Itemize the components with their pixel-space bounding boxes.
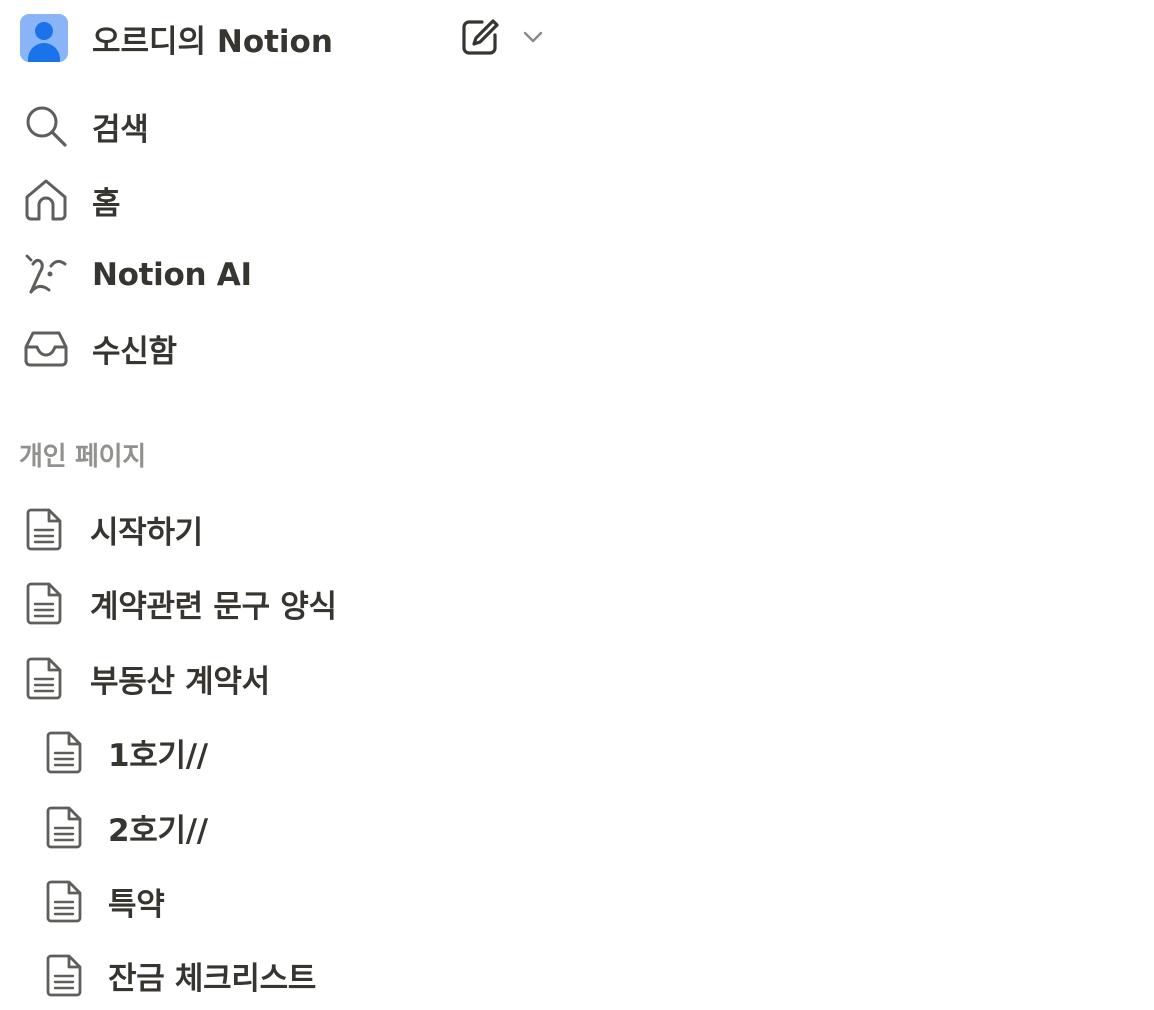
user-avatar-icon bbox=[20, 14, 68, 62]
page-title: 2호기// bbox=[108, 812, 208, 849]
page-icon bbox=[22, 505, 68, 553]
page-icon bbox=[42, 951, 88, 999]
subpage-item[interactable]: 특약 bbox=[42, 876, 165, 926]
page-item[interactable]: 부동산 계약서 bbox=[22, 653, 270, 703]
notion-ai-icon bbox=[22, 251, 70, 299]
page-item[interactable]: 계약관련 문구 양식 bbox=[22, 578, 337, 628]
page-title: 1호기// bbox=[108, 737, 208, 774]
sidebar-item-label: 수신함 bbox=[92, 333, 177, 370]
page-title: 잔금 체크리스트 bbox=[108, 960, 317, 997]
chevron-down-icon bbox=[523, 31, 543, 43]
subpage-item[interactable]: 1호기// bbox=[42, 727, 208, 777]
sidebar-item-label: 검색 bbox=[92, 111, 149, 148]
sidebar-item-notion-ai[interactable]: Notion AI bbox=[22, 250, 252, 300]
compose-icon bbox=[462, 19, 499, 55]
sidebar-item-label: 홈 bbox=[92, 185, 121, 222]
sidebar-item-home[interactable]: 홈 bbox=[22, 175, 121, 225]
page-icon bbox=[42, 803, 88, 851]
page-title: 특약 bbox=[108, 886, 165, 923]
subpage-item[interactable]: 2호기// bbox=[42, 802, 208, 852]
page-icon bbox=[22, 654, 68, 702]
new-page-button[interactable] bbox=[458, 15, 502, 59]
page-icon bbox=[42, 728, 88, 776]
sidebar-item-search[interactable]: 검색 bbox=[22, 101, 149, 151]
sidebar: 오르디의 Notion 검색 홈 Notion AI 수신함 개인 페이지 시작… bbox=[0, 0, 1154, 1010]
sidebar-item-inbox[interactable]: 수신함 bbox=[22, 323, 177, 373]
page-item[interactable]: 시작하기 bbox=[22, 504, 203, 554]
search-icon bbox=[22, 102, 70, 150]
section-header-private[interactable]: 개인 페이지 bbox=[19, 436, 146, 473]
workspace-menu-button[interactable] bbox=[517, 21, 549, 53]
workspace-switcher[interactable]: 오르디의 Notion bbox=[20, 12, 333, 64]
page-title: 부동산 계약서 bbox=[90, 663, 270, 700]
page-icon bbox=[42, 877, 88, 925]
inbox-icon bbox=[22, 324, 70, 372]
home-icon bbox=[22, 176, 70, 224]
page-title: 시작하기 bbox=[90, 514, 203, 551]
page-title: 계약관련 문구 양식 bbox=[90, 588, 337, 625]
sidebar-item-label: Notion AI bbox=[92, 257, 252, 293]
subpage-item[interactable]: 잔금 체크리스트 bbox=[42, 950, 316, 1000]
page-icon bbox=[22, 579, 68, 627]
workspace-name: 오르디의 Notion bbox=[92, 23, 333, 60]
